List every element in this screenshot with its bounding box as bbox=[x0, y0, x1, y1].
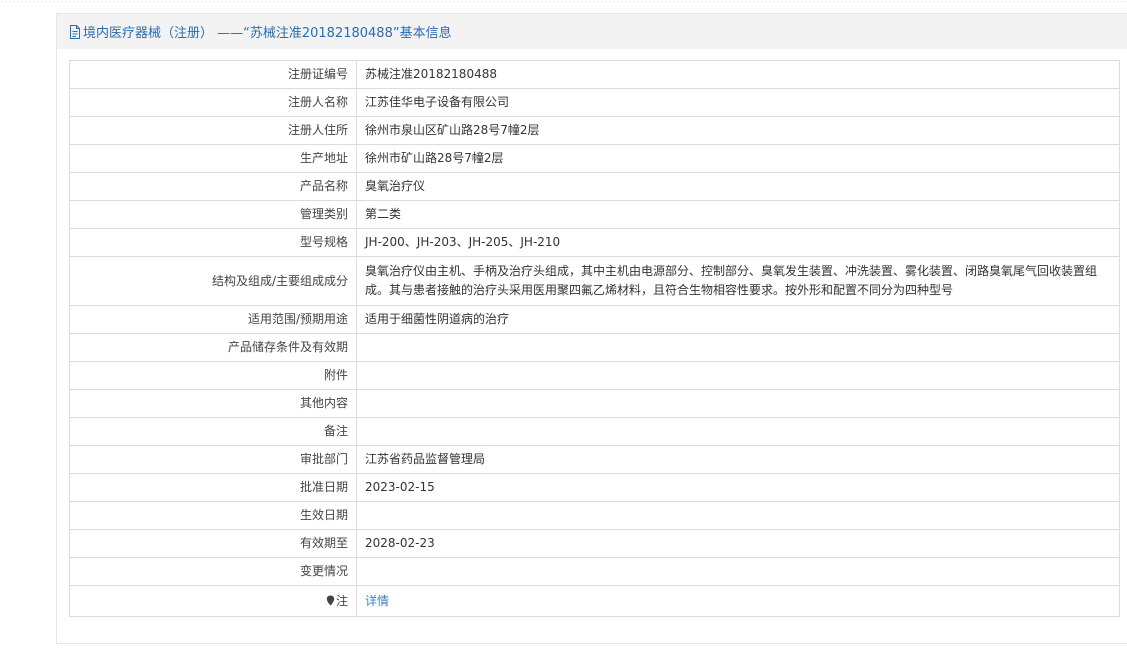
row-value: 江苏省药品监督管理局 bbox=[356, 445, 1120, 474]
note-label-cell: 注 bbox=[69, 585, 357, 617]
row-label: 注册人名称 bbox=[69, 88, 357, 117]
row-label: 附件 bbox=[69, 361, 357, 390]
row-value bbox=[356, 333, 1120, 362]
document-icon bbox=[70, 24, 80, 39]
table-row: 注册人住所 徐州市泉山区矿山路28号7幢2层 bbox=[69, 116, 1120, 145]
pin-icon bbox=[326, 595, 335, 605]
row-value bbox=[356, 557, 1120, 586]
table-row: 产品储存条件及有效期 bbox=[69, 333, 1120, 362]
row-value bbox=[356, 389, 1120, 418]
row-value: 2028-02-23 bbox=[356, 529, 1120, 558]
row-label: 变更情况 bbox=[69, 557, 357, 586]
row-label: 生产地址 bbox=[69, 144, 357, 173]
table-row: 注册人名称 江苏佳华电子设备有限公司 bbox=[69, 88, 1120, 117]
detail-link[interactable]: 详情 bbox=[365, 594, 389, 608]
row-label: 批准日期 bbox=[69, 473, 357, 502]
table-row: 注册证编号 苏械注准20182180488 bbox=[69, 60, 1120, 89]
row-value bbox=[356, 417, 1120, 446]
row-value: 适用于细菌性阴道病的治疗 bbox=[356, 305, 1120, 334]
note-value-cell: 详情 bbox=[356, 585, 1120, 617]
row-label: 产品储存条件及有效期 bbox=[69, 333, 357, 362]
table-row: 有效期至 2028-02-23 bbox=[69, 529, 1120, 558]
row-value: 臭氧治疗仪由主机、手柄及治疗头组成，其中主机由电源部分、控制部分、臭氧发生装置、… bbox=[356, 256, 1120, 306]
table-row: 型号规格 JH-200、JH-203、JH-205、JH-210 bbox=[69, 228, 1120, 257]
row-label: 其他内容 bbox=[69, 389, 357, 418]
row-label: 生效日期 bbox=[69, 501, 357, 530]
table-row: 生产地址 徐州市矿山路28号7幢2层 bbox=[69, 144, 1120, 173]
row-value: JH-200、JH-203、JH-205、JH-210 bbox=[356, 228, 1120, 257]
row-label: 管理类别 bbox=[69, 200, 357, 229]
info-panel: 境内医疗器械（注册） ——“苏械注准20182180488”基本信息 注册证编号… bbox=[56, 13, 1127, 644]
panel-title: 境内医疗器械（注册） ——“苏械注准20182180488”基本信息 bbox=[83, 26, 452, 41]
row-label: 注册人住所 bbox=[69, 116, 357, 145]
table-row: 生效日期 bbox=[69, 501, 1120, 530]
row-value: 徐州市矿山路28号7幢2层 bbox=[356, 144, 1120, 173]
note-row: 注 详情 bbox=[69, 585, 1120, 617]
table-row: 适用范围/预期用途 适用于细菌性阴道病的治疗 bbox=[69, 305, 1120, 334]
table-row: 附件 bbox=[69, 361, 1120, 390]
row-value: 臭氧治疗仪 bbox=[356, 172, 1120, 201]
table-row: 变更情况 bbox=[69, 557, 1120, 586]
row-value: 第二类 bbox=[356, 200, 1120, 229]
table-row: 其他内容 bbox=[69, 389, 1120, 418]
row-value bbox=[356, 361, 1120, 390]
row-label: 适用范围/预期用途 bbox=[69, 305, 357, 334]
row-label: 产品名称 bbox=[69, 172, 357, 201]
top-dotted-border bbox=[0, 0, 1127, 3]
table-row: 结构及组成/主要组成成分 臭氧治疗仪由主机、手柄及治疗头组成，其中主机由电源部分… bbox=[69, 256, 1120, 306]
row-label: 审批部门 bbox=[69, 445, 357, 474]
row-value: 江苏佳华电子设备有限公司 bbox=[356, 88, 1120, 117]
row-value: 2023-02-15 bbox=[356, 473, 1120, 502]
row-label: 有效期至 bbox=[69, 529, 357, 558]
row-value: 苏械注准20182180488 bbox=[356, 60, 1120, 89]
table-row: 批准日期 2023-02-15 bbox=[69, 473, 1120, 502]
row-value bbox=[356, 501, 1120, 530]
row-label: 结构及组成/主要组成成分 bbox=[69, 256, 357, 306]
row-label: 注册证编号 bbox=[69, 60, 357, 89]
table-row: 备注 bbox=[69, 417, 1120, 446]
table-row: 产品名称 臭氧治疗仪 bbox=[69, 172, 1120, 201]
row-label: 备注 bbox=[69, 417, 357, 446]
table-row: 管理类别 第二类 bbox=[69, 200, 1120, 229]
note-label: 注 bbox=[335, 593, 348, 608]
table-row: 审批部门 江苏省药品监督管理局 bbox=[69, 445, 1120, 474]
info-table: 注册证编号 苏械注准20182180488 注册人名称 江苏佳华电子设备有限公司… bbox=[69, 60, 1120, 617]
panel-header: 境内医疗器械（注册） ——“苏械注准20182180488”基本信息 bbox=[57, 14, 1127, 49]
row-value: 徐州市泉山区矿山路28号7幢2层 bbox=[356, 116, 1120, 145]
row-label: 型号规格 bbox=[69, 228, 357, 257]
